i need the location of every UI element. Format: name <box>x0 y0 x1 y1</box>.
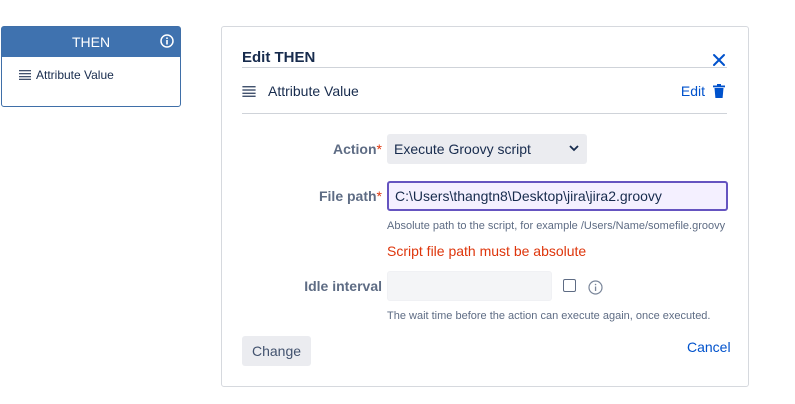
menu-lines-icon <box>242 85 256 97</box>
then-card[interactable]: THEN Attribute Value <box>1 26 181 107</box>
attribute-label: Attribute Value <box>268 83 359 99</box>
action-label: Action* <box>222 141 382 157</box>
action-select[interactable]: Execute Groovy script <box>387 134 587 164</box>
title-divider <box>242 67 727 68</box>
chevron-down-icon <box>569 145 579 152</box>
panel-title: Edit THEN <box>242 49 316 66</box>
file-path-label-text: File path <box>318 188 377 204</box>
file-path-input[interactable] <box>387 181 728 211</box>
edit-link[interactable]: Edit <box>681 83 705 99</box>
info-circle-icon[interactable] <box>588 280 603 295</box>
file-path-error: Script file path must be absolute <box>387 243 587 259</box>
required-mark: * <box>376 188 382 204</box>
close-icon[interactable] <box>712 53 726 67</box>
attribute-divider <box>242 113 727 114</box>
action-select-value: Execute Groovy script <box>394 141 531 157</box>
cancel-link[interactable]: Cancel <box>687 339 731 355</box>
action-label-text: Action <box>332 141 377 157</box>
idle-interval-input[interactable] <box>387 271 552 301</box>
then-card-title: THEN <box>71 34 111 50</box>
change-button[interactable]: Change <box>242 336 311 366</box>
file-path-label: File path* <box>222 188 382 204</box>
idle-interval-help: The wait time before the action can exec… <box>387 310 711 322</box>
idle-interval-label: Idle interval <box>304 278 382 294</box>
edit-then-panel: Edit THEN Attribute Value Edit Action* E… <box>221 26 749 387</box>
required-mark: * <box>376 141 382 157</box>
then-card-item[interactable]: Attribute Value <box>2 57 180 82</box>
trash-icon[interactable] <box>713 84 725 98</box>
info-circle-icon[interactable] <box>160 34 174 48</box>
idle-interval-checkbox[interactable] <box>563 279 576 292</box>
then-card-header: THEN <box>2 27 180 57</box>
attribute-row: Attribute Value Edit <box>242 81 727 101</box>
file-path-help: Absolute path to the script, for example… <box>387 220 726 232</box>
then-card-item-label: Attribute Value <box>36 68 114 82</box>
menu-lines-icon <box>19 70 31 80</box>
